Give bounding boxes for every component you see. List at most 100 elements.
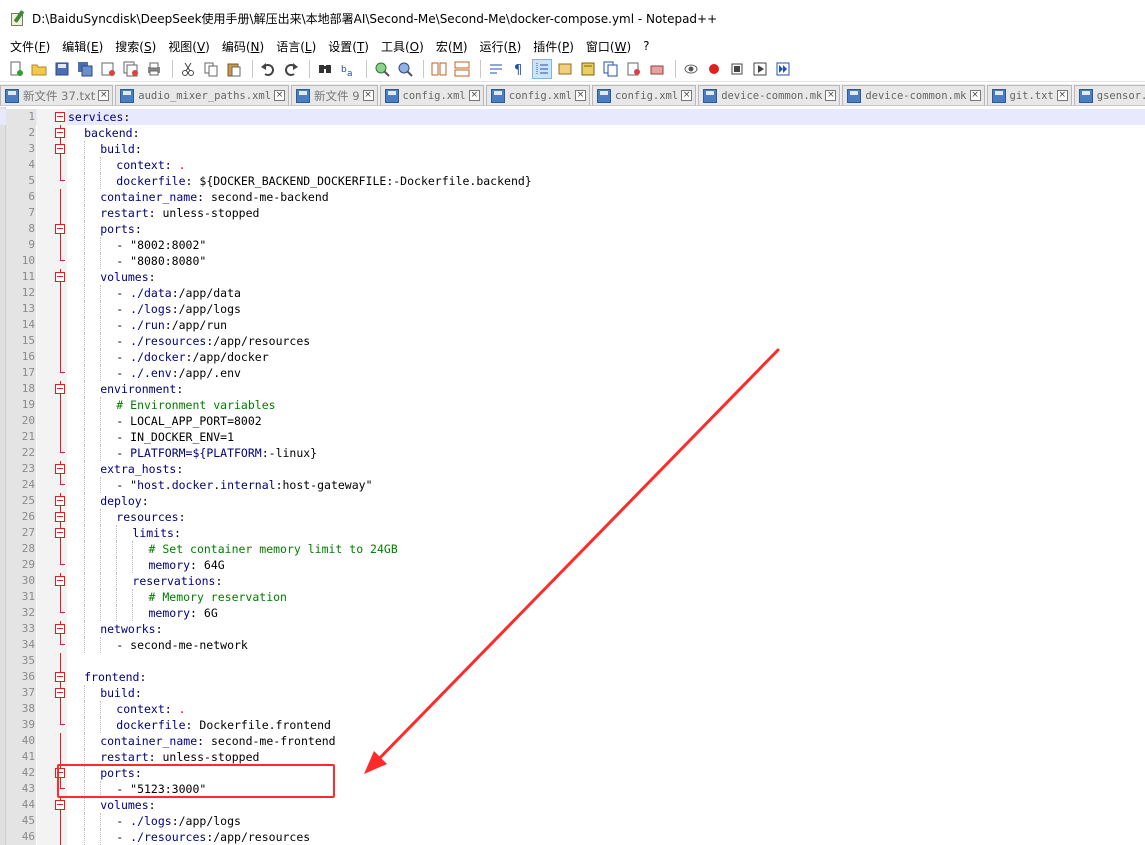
code-line[interactable]: 4 context: . [0, 157, 1145, 173]
menu-item-7[interactable]: 工具(O) [375, 38, 430, 55]
code-line[interactable]: 7 restart: unless-stopped [0, 205, 1145, 221]
menu-item-1[interactable]: 编辑(E) [56, 38, 109, 55]
function-list-button[interactable] [601, 59, 621, 79]
user-language-button[interactable] [555, 59, 575, 79]
tab-close-icon[interactable]: × [681, 90, 693, 101]
code-line[interactable]: 35 [0, 653, 1145, 669]
find-button[interactable] [315, 59, 335, 79]
cut-button[interactable] [178, 59, 198, 79]
tab-close-icon[interactable]: × [98, 90, 110, 101]
code-line[interactable]: 38 context: . [0, 701, 1145, 717]
folder-workspace-button[interactable] [624, 59, 644, 79]
indent-guide-button[interactable] [532, 58, 552, 79]
monitor-button[interactable] [647, 59, 667, 79]
fold-toggle-icon[interactable] [55, 624, 65, 634]
word-wrap-button[interactable] [486, 59, 506, 79]
tab-close-icon[interactable]: × [362, 90, 374, 101]
save-all-button[interactable] [75, 59, 95, 79]
doc-map-button[interactable] [578, 59, 598, 79]
menu-item-3[interactable]: 视图(V) [162, 38, 216, 55]
menu-item-4[interactable]: 编码(N) [216, 38, 270, 55]
tab-close-icon[interactable]: × [574, 90, 586, 101]
code-line[interactable]: 39 dockerfile: Dockerfile.frontend [0, 717, 1145, 733]
code-line[interactable]: 36 frontend: [0, 669, 1145, 685]
replace-button[interactable]: ba [338, 59, 358, 79]
save-button[interactable] [52, 59, 72, 79]
menu-item-12[interactable]: ? [637, 39, 655, 53]
menu-item-6[interactable]: 设置(T) [322, 38, 375, 55]
fold-toggle-icon[interactable] [55, 512, 65, 522]
fold-toggle-icon[interactable] [55, 528, 65, 538]
fold-toggle-icon[interactable] [55, 464, 65, 474]
menu-item-8[interactable]: 宏(M) [430, 38, 474, 55]
tab-0[interactable]: 新文件 37.txt × [0, 85, 114, 105]
tab-4[interactable]: config.xml × [485, 85, 590, 105]
code-line[interactable]: 16 - ./docker:/app/docker [0, 349, 1145, 365]
fold-toggle-icon[interactable] [55, 144, 65, 154]
code-line[interactable]: 3 build: [0, 141, 1145, 157]
code-line[interactable]: 17 - ./.env:/app/.env [0, 365, 1145, 381]
fold-toggle-icon[interactable] [55, 688, 65, 698]
record-macro-button[interactable] [681, 59, 701, 79]
sync-horizontal-button[interactable] [452, 59, 472, 79]
tab-close-icon[interactable]: × [1056, 90, 1068, 101]
menu-item-11[interactable]: 窗口(W) [580, 38, 637, 55]
tab-8[interactable]: git.txt × [986, 85, 1072, 105]
save-macro-button[interactable] [773, 59, 793, 79]
code-line[interactable]: 44 volumes: [0, 797, 1145, 813]
stop-macro-button[interactable] [704, 59, 724, 79]
code-line[interactable]: 27 limits: [0, 525, 1145, 541]
show-all-chars-button[interactable]: ¶ [509, 59, 529, 79]
code-line[interactable]: 10 - "8080:8080" [0, 253, 1145, 269]
fold-toggle-icon[interactable] [55, 128, 65, 138]
close-all-button[interactable] [121, 59, 141, 79]
code-line[interactable]: 25 deploy: [0, 493, 1145, 509]
code-line[interactable]: 22 - PLATFORM=${PLATFORM:-linux} [0, 445, 1145, 461]
code-line[interactable]: 8 ports: [0, 221, 1145, 237]
menu-item-5[interactable]: 语言(L) [270, 38, 322, 55]
code-editor[interactable]: 1 services: 2 backend: 3 build: 4 context: . 5 do… [0, 107, 1145, 845]
menu-item-2[interactable]: 搜索(S) [109, 38, 162, 55]
paste-button[interactable] [224, 59, 244, 79]
fold-toggle-icon[interactable] [55, 224, 65, 234]
fold-toggle-icon[interactable] [55, 272, 65, 282]
code-line[interactable]: 30 reservations: [0, 573, 1145, 589]
tab-1[interactable]: audio_mixer_paths.xml × [115, 85, 290, 105]
code-line[interactable]: 29 memory: 64G [0, 557, 1145, 573]
tab-7[interactable]: device-common.mk × [842, 85, 985, 105]
code-line[interactable]: 28 # Set container memory limit to 24GB [0, 541, 1145, 557]
new-file-button[interactable] [6, 59, 26, 79]
code-line[interactable]: 20 - LOCAL_APP_PORT=8002 [0, 413, 1145, 429]
code-line[interactable]: 21 - IN_DOCKER_ENV=1 [0, 429, 1145, 445]
code-line[interactable]: 24 - "host.docker.internal:host-gateway" [0, 477, 1145, 493]
tab-close-icon[interactable]: × [274, 90, 286, 101]
code-line[interactable]: 18 environment: [0, 381, 1145, 397]
code-line[interactable]: 40 container_name: second-me-frontend [0, 733, 1145, 749]
zoom-out-button[interactable] [395, 59, 415, 79]
menu-item-10[interactable]: 插件(P) [527, 38, 580, 55]
code-line[interactable]: 9 - "8002:8002" [0, 237, 1145, 253]
code-line[interactable]: 15 - ./resources:/app/resources [0, 333, 1145, 349]
menu-item-9[interactable]: 运行(R) [474, 38, 528, 55]
code-line[interactable]: 26 resources: [0, 509, 1145, 525]
close-button[interactable] [98, 59, 118, 79]
code-line[interactable]: 45 - ./logs:/app/logs [0, 813, 1145, 829]
code-line[interactable]: 2 backend: [0, 125, 1145, 141]
code-line[interactable]: 31 # Memory reservation [0, 589, 1145, 605]
code-line[interactable]: 32 memory: 6G [0, 605, 1145, 621]
code-line[interactable]: 37 build: [0, 685, 1145, 701]
code-line[interactable]: 6 container_name: second-me-backend [0, 189, 1145, 205]
fold-toggle-icon[interactable] [55, 800, 65, 810]
code-line[interactable]: 46 - ./resources:/app/resources [0, 829, 1145, 845]
code-line[interactable]: 5 dockerfile: ${DOCKER_BACKEND_DOCKERFILE… [0, 173, 1145, 189]
tab-2[interactable]: 新文件 9 × [291, 85, 378, 105]
code-line[interactable]: 34 - second-me-network [0, 637, 1145, 653]
fold-toggle-icon[interactable] [55, 576, 65, 586]
fold-toggle-icon[interactable] [55, 384, 65, 394]
code-line[interactable]: 41 restart: unless-stopped [0, 749, 1145, 765]
tab-close-icon[interactable]: × [969, 90, 981, 101]
fold-toggle-icon[interactable] [55, 112, 65, 122]
code-line[interactable]: 1 services: [0, 109, 1145, 125]
code-line[interactable]: 33 networks: [0, 621, 1145, 637]
code-line[interactable]: 23 extra_hosts: [0, 461, 1145, 477]
